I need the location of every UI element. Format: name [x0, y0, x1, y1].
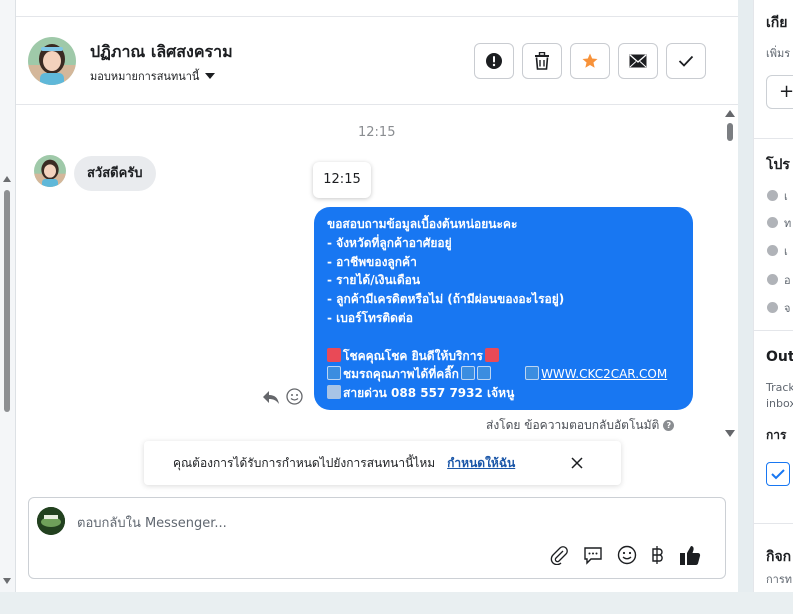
message-timestamp: 12:15: [358, 125, 396, 140]
message-thread: 12:15 สวัสดีครับ 12:15 ขอสอบถามข้อมูลเบื…: [16, 106, 738, 436]
outcome-subtitle: การ: [766, 428, 787, 442]
add-button[interactable]: +: [766, 75, 793, 109]
red-heart-emoji-icon: [484, 347, 499, 362]
mark-done-button[interactable]: [666, 43, 706, 79]
thread-scroll-up-icon[interactable]: [725, 110, 735, 117]
outgoing-message-bubble[interactable]: ขอสอบถามข้อมูลเบื้องต้นหน่อยนะคะ - จังหว…: [314, 207, 693, 410]
mark-spam-button[interactable]: [474, 43, 514, 79]
profile-row: เ: [784, 190, 788, 203]
checkmark-icon: [678, 55, 694, 67]
scroll-down-arrow-icon[interactable]: [3, 578, 11, 584]
activity-sub: การท: [766, 573, 792, 586]
delete-button[interactable]: [522, 43, 562, 79]
play-button-emoji-icon: [327, 366, 341, 381]
conversation-panel: ปฏิภาณ เลิศสงคราม มอบหมายการสนทนานี้ 12:…: [16, 0, 738, 592]
attachment-icon[interactable]: [549, 545, 569, 565]
reply-input[interactable]: ตอบกลับใน Messenger...: [77, 512, 227, 533]
composer-toolbar: [549, 544, 701, 566]
down-arrow-emoji-icon: [460, 366, 475, 381]
assign-to-me-link[interactable]: กำหนดให้ฉัน: [447, 454, 515, 473]
message-line: - รายได้/เงินเดือน: [327, 273, 421, 288]
close-icon[interactable]: [570, 456, 584, 470]
alert-icon: [486, 53, 502, 69]
envelope-icon: [629, 54, 647, 68]
conversation-header: ปฏิภาณ เลิศสงคราม มอบหมายการสนทนานี้: [16, 17, 738, 105]
assign-conversation-dropdown[interactable]: มอบหมายการสนทนานี้: [90, 67, 216, 85]
profile-row: จ: [784, 302, 791, 315]
section-title-profile: โปร: [766, 157, 790, 173]
contact-name: ปฏิภาณ เลิศสงคราม: [90, 42, 233, 61]
star-icon: [582, 53, 598, 68]
contact-details-panel: เกีย เพิ่มร + โปร เ ท เ อ จ Out Track in…: [753, 0, 793, 592]
assign-to-me-banner: คุณต้องการได้รับการกำหนดไปยังการสนทนานี้…: [144, 441, 621, 485]
outcome-checkbox[interactable]: [766, 462, 790, 486]
outcome-desc: Track: [766, 381, 793, 394]
top-divider: [16, 0, 738, 17]
thread-scrollbar-thumb[interactable]: [727, 123, 733, 141]
phone-emoji-icon: [327, 385, 341, 400]
message-line: ขอสอบถามข้อมูลเบื้องต้นหน่อยนะคะ: [327, 217, 518, 231]
scroll-up-arrow-icon[interactable]: [3, 176, 11, 182]
website-link[interactable]: WWW.CKC2CAR.COM: [541, 367, 667, 381]
page-avatar: [37, 507, 65, 535]
play-button-emoji-icon: [525, 366, 540, 381]
location-pin-icon: [767, 302, 778, 313]
message-line: - อาชีพของลูกค้า: [327, 254, 417, 269]
saved-replies-icon[interactable]: [583, 545, 603, 565]
react-emoji-icon[interactable]: [286, 388, 303, 405]
hotline-line: สายด่วน 088 557 7932 เจ้หนู: [327, 384, 680, 403]
message-line: - จังหวัดที่ลูกค้าอาศัยอยู่: [327, 235, 452, 250]
section-title-activity: กิจก: [766, 549, 792, 565]
profile-row: ท: [784, 217, 792, 230]
payment-baht-icon[interactable]: [651, 545, 665, 565]
emoji-icon[interactable]: [617, 545, 637, 565]
help-icon[interactable]: ?: [663, 420, 675, 431]
trash-icon: [535, 52, 549, 70]
promo-line: โชคคุณโชค ยินดีให้บริการ: [327, 347, 680, 366]
section-title-about: เกีย: [766, 15, 788, 31]
message-line: - ลูกค้ามีเครดิตหรือไม่ (ถ้ามีผ่อนของอะไ…: [327, 292, 565, 307]
red-heart-emoji-icon: [327, 347, 341, 362]
mark-unread-button[interactable]: [618, 43, 658, 79]
assign-prompt-text: คุณต้องการได้รับการกำหนดไปยังการสนทนานี้…: [173, 455, 436, 470]
timestamp-tooltip: 12:15: [313, 162, 371, 198]
follow-up-star-button[interactable]: [570, 43, 610, 79]
message-hover-actions: [262, 388, 303, 405]
thumbs-up-icon[interactable]: [679, 544, 701, 566]
profile-row: เ: [784, 245, 788, 258]
contact-avatar[interactable]: [28, 37, 76, 85]
assign-label: มอบหมายการสนทนานี้: [90, 70, 200, 83]
profile-row: อ: [784, 274, 791, 287]
reply-icon[interactable]: [262, 389, 280, 405]
add-label: เพิ่มร: [766, 47, 791, 60]
briefcase-icon: [767, 217, 778, 228]
location-pin-icon: [767, 274, 778, 285]
section-title-outcome: Out: [766, 349, 793, 365]
page-scrollbar[interactable]: [0, 0, 16, 592]
outcome-desc: inbox: [766, 397, 793, 410]
scrollbar-thumb[interactable]: [4, 190, 10, 412]
chevron-down-icon: [205, 73, 216, 79]
sender-avatar[interactable]: [34, 155, 66, 187]
message-line: - เบอร์โทรติดต่อ: [327, 310, 413, 325]
thread-scroll-down-icon[interactable]: [725, 430, 735, 437]
clock-icon: [767, 190, 778, 201]
down-arrow-emoji-icon: [476, 366, 491, 381]
checkmark-icon: [771, 469, 785, 480]
bottom-strip: [0, 592, 793, 614]
incoming-message-bubble[interactable]: สวัสดีครับ: [74, 156, 156, 191]
reply-composer: ตอบกลับใน Messenger...: [28, 497, 726, 579]
video-line: ชมรถคุณภาพได้ที่คลิ๊ก WWW.CKC2CAR.COM: [327, 365, 680, 384]
conversation-actions: [474, 43, 706, 79]
sent-by-label: ส่งโดย ข้อความตอบกลับอัตโนมัติ ?: [486, 416, 675, 435]
graduation-cap-icon: [767, 245, 778, 256]
